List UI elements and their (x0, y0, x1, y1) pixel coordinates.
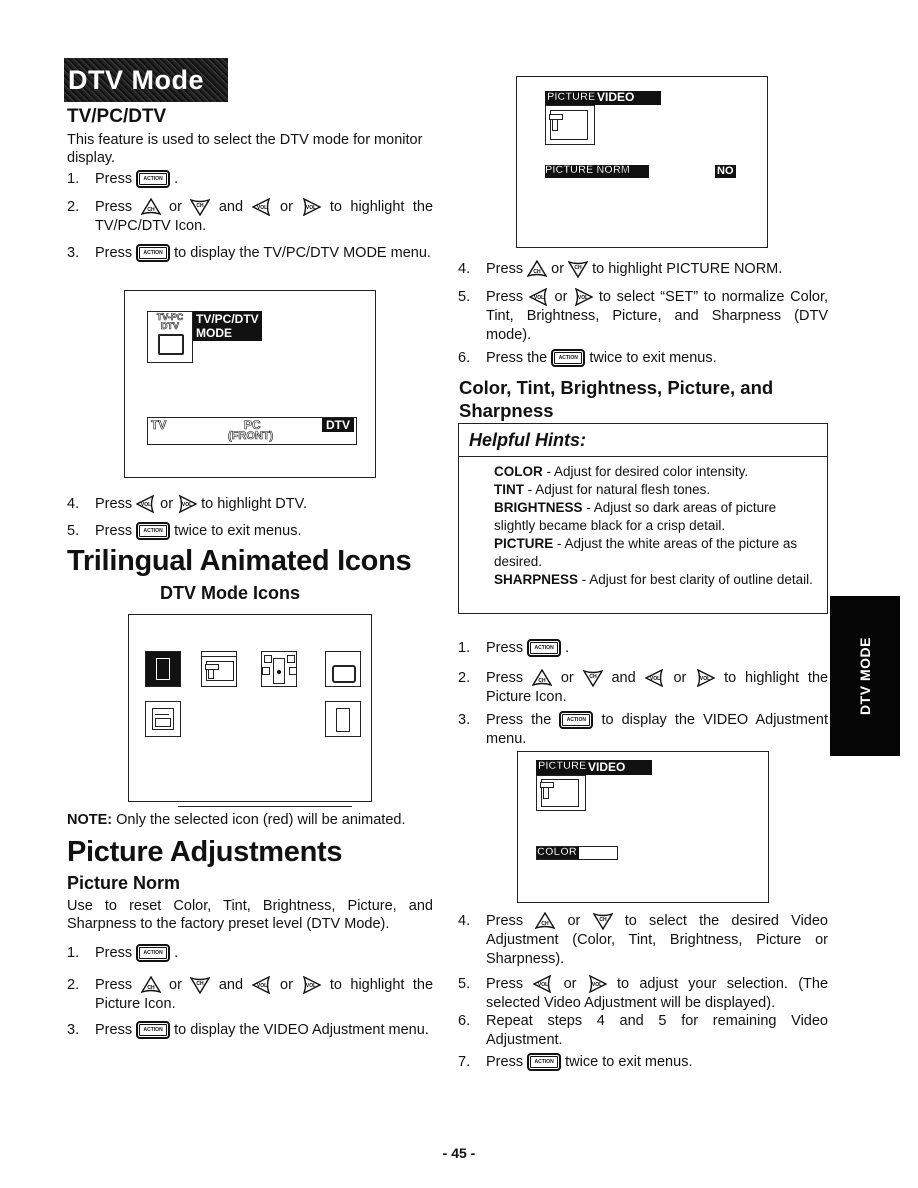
vol-right-icon (301, 198, 321, 216)
tab-video[interactable]: VIDEO (588, 760, 625, 774)
audio-icon[interactable] (261, 651, 297, 687)
hint-picture: PICTURE - Adjust the white areas of the … (494, 536, 798, 569)
tvpcdtv-heading: TV/PC/DTV (67, 106, 167, 127)
vol-left-icon (645, 669, 665, 687)
tvpcdtv-step-2: 2. Press or and or to highlight the TV/P… (67, 198, 434, 234)
color-step-4: 4. Press or to select the desired Video … (458, 912, 828, 967)
vol-right-icon (573, 288, 593, 306)
ch-up-icon (141, 198, 161, 216)
exit-door-icon-selected[interactable] (145, 651, 181, 687)
action-button-icon: ACTION (551, 349, 586, 368)
action-button-icon: ACTION (136, 170, 171, 189)
menu-tabs: PICTURE VIDEO (545, 90, 661, 105)
picture-norm-step-2: 2. Press or and or to highlight the Pict… (67, 976, 434, 1012)
menu-tabs: PICTURE VIDEO (536, 760, 652, 775)
color-step-5: 5. Press or to adjust your selection. (T… (458, 975, 829, 1011)
vol-right-icon (301, 976, 321, 994)
tvpcdtv-step-3: 3. Press ACTION to display the TV/PC/DTV… (67, 244, 431, 263)
dtv-mode-icons-screen (128, 614, 372, 802)
picture-icon (545, 105, 595, 145)
picture-norm-heading: Picture Norm (67, 873, 181, 893)
option-pc-front: (FRONT) (228, 430, 274, 443)
picture-norm-step-3: 3. Press ACTION to display the VIDEO Adj… (67, 1021, 429, 1040)
picture-norm-step-5: 5. Press or to select “SET” to normalize… (458, 288, 829, 343)
helpful-hints-title: Helpful Hints: (459, 424, 827, 457)
tvpcdtv-step-4: 4. Press or to highlight DTV. (67, 495, 307, 513)
video-adjustment-screen: PICTURE VIDEO COLOR (517, 751, 769, 903)
ch-up-icon (532, 669, 552, 687)
ch-down-icon (568, 260, 588, 278)
vol-left-icon (136, 495, 156, 513)
trilingual-heading: Trilingual Animated Icons (67, 545, 412, 577)
vol-left-icon (533, 975, 553, 993)
picture-norm-step-1: 1. Press ACTION . (67, 944, 179, 963)
picture-icon[interactable] (201, 651, 237, 687)
side-section-tab: DTV MODE (830, 596, 900, 756)
ch-down-icon (190, 198, 210, 216)
picture-norm-item[interactable]: PICTURE NORM (545, 164, 649, 178)
monitor-icon (158, 334, 184, 355)
tab-picture[interactable]: PICTURE (547, 91, 596, 104)
exit-door-icon[interactable] (325, 701, 361, 737)
ch-up-icon (141, 976, 161, 994)
helpful-hints-box: Helpful Hints: COLOR - Adjust for desire… (458, 423, 828, 614)
picture-norm-step-6: 6. Press the ACTION twice to exit menus. (458, 349, 717, 368)
color-step-3: 3. Press the ACTION to display the VIDEO… (458, 711, 828, 747)
option-dtv-selected[interactable]: DTV (322, 418, 354, 432)
action-button-icon: ACTION (136, 244, 171, 263)
action-button-icon: ACTION (527, 1053, 562, 1072)
hint-sharpness: SHARPNESS - Adjust for best clarity of o… (494, 572, 813, 587)
color-step-1: 1. Press ACTION . (458, 639, 570, 658)
hint-tint: TINT - Adjust for natural flesh tones. (494, 482, 711, 497)
tvpcdtv-step-1: 1. Press ACTION . (67, 170, 179, 189)
trilingual-subheading: DTV Mode Icons (159, 583, 300, 603)
tvpcdtv-icon: TV-PC DTV (147, 311, 193, 363)
tv-pc-dtv-icon[interactable] (325, 651, 361, 687)
color-step-6: 6. Repeat steps 4 and 5 for remaining Vi… (458, 1013, 828, 1048)
picture-norm-value[interactable]: NO (715, 165, 736, 178)
picture-norm-intro: Use to reset Color, Tint, Brightness, Pi… (67, 898, 433, 932)
hint-brightness: BRIGHTNESS - Adjust so dark areas of pic… (494, 500, 777, 533)
ch-up-icon (527, 260, 547, 278)
ch-down-icon (190, 976, 210, 994)
divider (178, 806, 352, 807)
action-button-icon: ACTION (136, 522, 171, 541)
color-step-7: 7. Press ACTION twice to exit menus. (458, 1053, 693, 1072)
hint-color: COLOR - Adjust for desired color intensi… (494, 464, 749, 479)
page-number: - 45 - (442, 1145, 476, 1161)
section-banner: DTV Mode (64, 58, 228, 102)
trilingual-note: NOTE: Only the selected icon (red) will … (67, 812, 406, 828)
action-button-icon: ACTION (559, 711, 594, 730)
tab-video[interactable]: VIDEO (597, 90, 634, 104)
action-button-icon: ACTION (527, 639, 562, 658)
vol-right-icon (177, 495, 197, 513)
mode-selector[interactable]: TV PC (FRONT) DTV (147, 417, 357, 445)
ch-down-icon (583, 669, 603, 687)
action-button-icon: ACTION (136, 1021, 171, 1040)
setup-icon[interactable] (145, 701, 181, 737)
picture-adjustments-heading: Picture Adjustments (67, 836, 343, 868)
color-item[interactable]: COLOR (536, 846, 618, 860)
color-tint-heading: Color, Tint, Brightness, Picture, and Sh… (459, 377, 774, 421)
ch-down-icon (593, 912, 613, 930)
tvpcdtv-menu-title: TV/PC/DTV MODE (193, 311, 262, 341)
tvpcdtv-mode-screen: TV-PC DTV TV/PC/DTV MODE TV PC (FRONT) D… (124, 290, 376, 478)
vol-right-icon (695, 669, 715, 687)
picture-norm-screen: PICTURE VIDEO PICTURE NORM NO (516, 76, 768, 248)
tvpcdtv-intro: This feature is used to select the DTV m… (67, 132, 423, 166)
vol-left-icon (252, 976, 272, 994)
option-tv[interactable]: TV (151, 418, 167, 433)
tab-picture[interactable]: PICTURE (538, 760, 587, 773)
action-button-icon: ACTION (136, 944, 171, 963)
picture-norm-step-4: 4. Press or to highlight PICTURE NORM. (458, 260, 783, 278)
picture-icon (536, 775, 586, 811)
color-step-2: 2. Press or and or to highlight the Pict… (458, 669, 829, 705)
vol-left-icon (529, 288, 549, 306)
ch-up-icon (535, 912, 555, 930)
vol-left-icon (252, 198, 272, 216)
helpful-hints-list: COLOR - Adjust for desired color intensi… (459, 457, 827, 589)
vol-right-icon (587, 975, 607, 993)
tvpcdtv-step-5: 5. Press ACTION twice to exit menus. (67, 522, 302, 541)
